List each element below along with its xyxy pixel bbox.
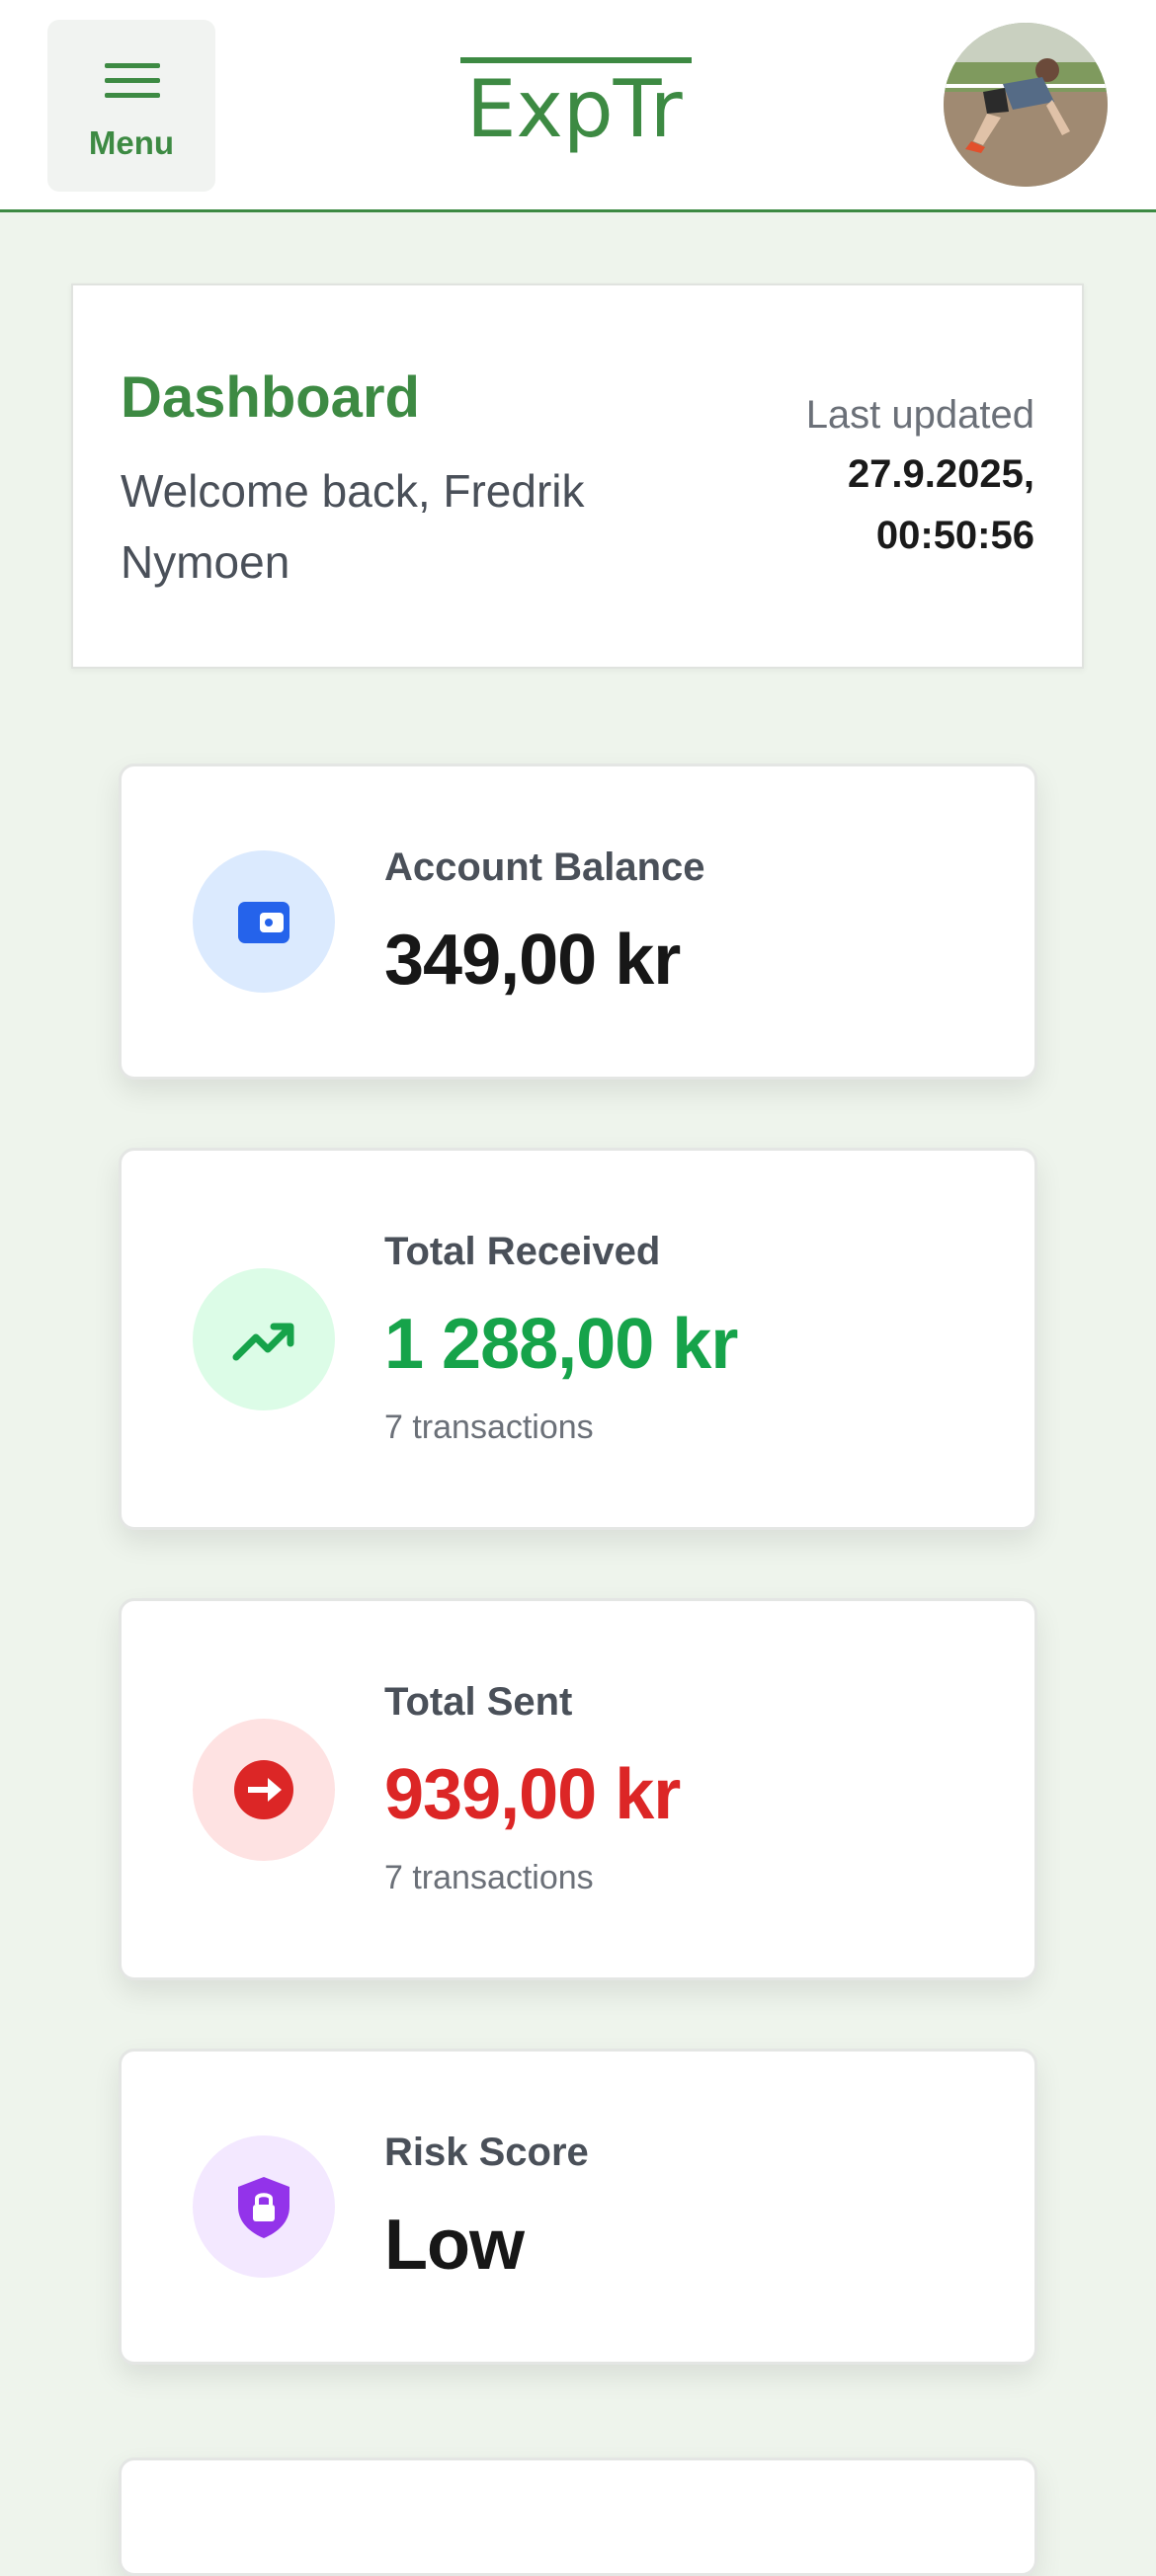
menu-button[interactable]: Menu — [47, 20, 215, 192]
trending-up-icon — [193, 1268, 335, 1410]
next-card-partial[interactable] — [119, 2457, 1037, 2576]
last-updated-label: Last updated — [805, 393, 1034, 437]
risk-score-card[interactable]: Risk Score Low — [119, 2049, 1037, 2365]
svg-text:ExpTr: ExpTr — [466, 63, 683, 155]
dashboard-header-card: Dashboard Welcome back, Fredrik Nymoen L… — [71, 283, 1084, 669]
arrow-right-circle-icon — [193, 1719, 335, 1861]
stat-label: Risk Score — [384, 2131, 589, 2174]
total-received-card[interactable]: Total Received 1 288,00 kr 7 transaction… — [119, 1148, 1037, 1530]
stat-value: Low — [384, 2206, 525, 2285]
total-sent-card[interactable]: Total Sent 939,00 kr 7 transactions — [119, 1598, 1037, 1980]
shield-lock-icon — [193, 2135, 335, 2278]
stat-value: 349,00 kr — [384, 921, 681, 1000]
stat-label: Account Balance — [384, 845, 705, 889]
stat-label: Total Sent — [384, 1680, 573, 1724]
hamburger-icon — [105, 63, 160, 99]
page-title: Dashboard — [121, 365, 420, 430]
transaction-count: 7 transactions — [384, 1859, 594, 1896]
account-balance-card[interactable]: Account Balance 349,00 kr — [119, 764, 1037, 1080]
last-updated: Last updated 27.9.2025, 00:50:56 — [806, 386, 1034, 566]
user-avatar[interactable] — [944, 23, 1108, 187]
app-logo[interactable]: ExpTr — [458, 49, 696, 158]
wallet-icon — [193, 850, 335, 993]
stat-value: 939,00 kr — [384, 1755, 681, 1834]
stat-value: 1 288,00 kr — [384, 1305, 738, 1384]
menu-label: Menu — [88, 124, 175, 161]
welcome-message: Welcome back, Fredrik Nymoen — [121, 465, 585, 588]
top-bar: Menu ExpTr — [0, 0, 1156, 212]
stat-label: Total Received — [384, 1230, 661, 1273]
last-updated-value: 27.9.2025, 00:50:56 — [847, 452, 1034, 557]
transaction-count: 7 transactions — [384, 1409, 594, 1446]
